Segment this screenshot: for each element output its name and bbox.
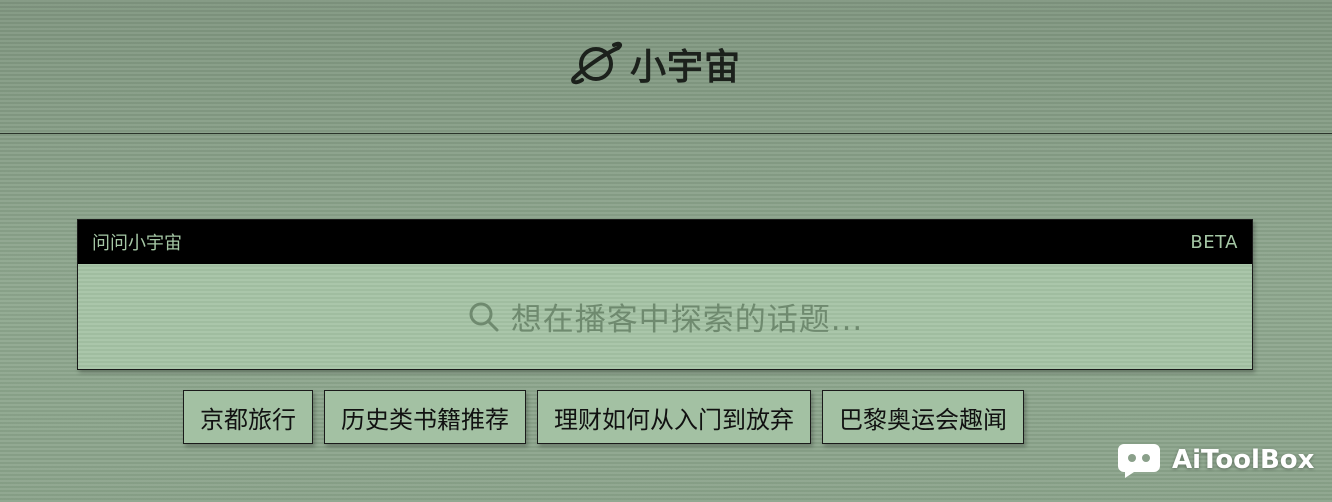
- planet-icon: [568, 40, 624, 88]
- suggestion-chip[interactable]: 理财如何从入门到放弃: [537, 390, 811, 444]
- logo-text: 小宇宙: [630, 47, 742, 88]
- suggestion-chip[interactable]: 历史类书籍推荐: [324, 390, 526, 444]
- suggestion-chips: 京都旅行 历史类书籍推荐 理财如何从入门到放弃 巴黎奥运会趣闻: [183, 390, 1024, 444]
- chat-bubble-icon: [1116, 440, 1162, 480]
- logo[interactable]: 小宇宙: [568, 40, 741, 88]
- panel-title-bar: 问问小宇宙 BETA: [78, 220, 1252, 264]
- search-placeholder: 想在播客中探索的话题...: [510, 302, 864, 338]
- suggestion-chip[interactable]: 京都旅行: [183, 390, 313, 444]
- search-input[interactable]: 想在播客中探索的话题...: [78, 264, 1252, 369]
- beta-badge: BETA: [1190, 231, 1238, 253]
- panel-title: 问问小宇宙: [92, 233, 182, 254]
- ask-panel: 问问小宇宙 BETA 想在播客中探索的话题...: [77, 219, 1253, 370]
- search-icon: [467, 300, 501, 334]
- suggestion-chip[interactable]: 巴黎奥运会趣闻: [822, 390, 1024, 444]
- watermark: AiToolBox: [1116, 440, 1314, 480]
- app-header: 小宇宙: [0, 0, 1332, 134]
- watermark-text: AiToolBox: [1172, 445, 1315, 475]
